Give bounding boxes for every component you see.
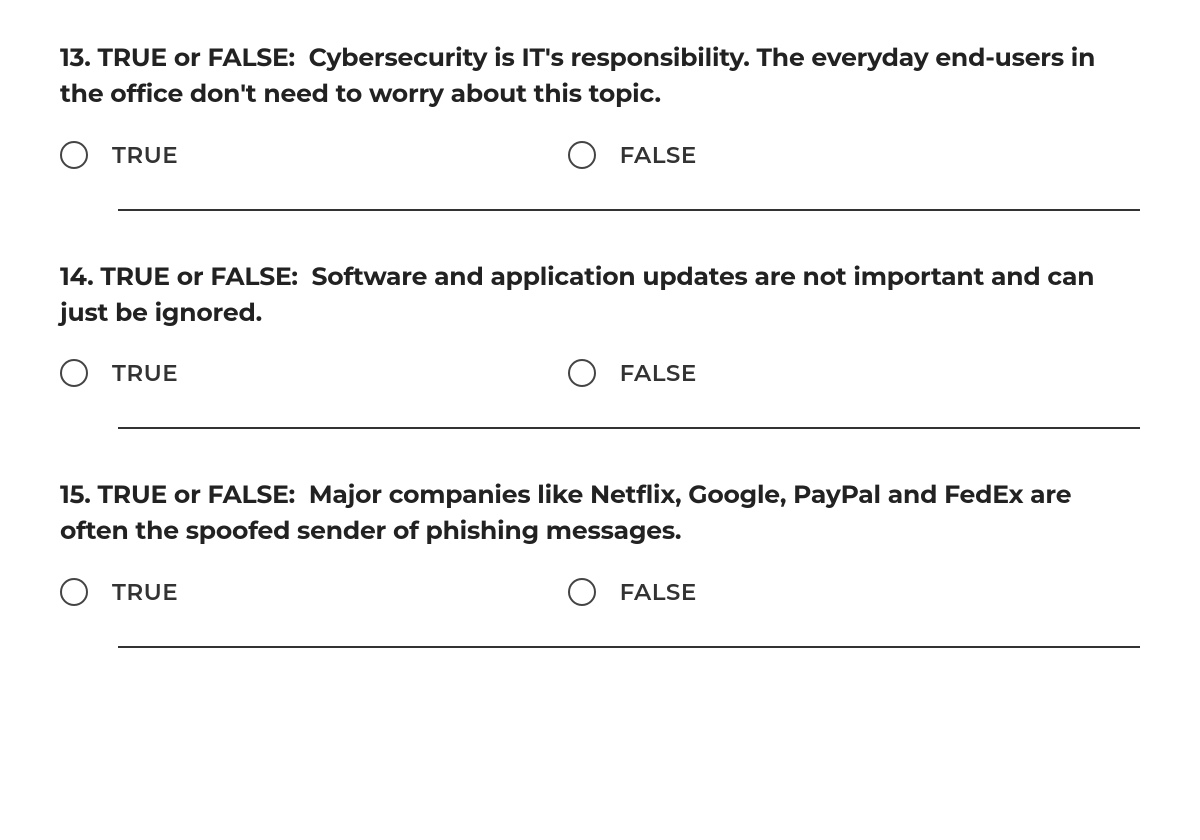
question-15-text: 15. TRUE or FALSE: Major companies like … xyxy=(60,477,1140,550)
options-row: TRUE FALSE xyxy=(60,578,1140,606)
radio-icon xyxy=(60,359,88,387)
divider xyxy=(118,427,1140,429)
option-false[interactable]: FALSE xyxy=(568,141,1140,169)
option-true[interactable]: TRUE xyxy=(60,578,568,606)
question-15: 15. TRUE or FALSE: Major companies like … xyxy=(60,477,1140,606)
radio-icon xyxy=(568,578,596,606)
option-true-label: TRUE xyxy=(112,359,178,387)
divider xyxy=(118,646,1140,648)
question-number: 13. xyxy=(60,43,91,73)
option-false[interactable]: FALSE xyxy=(568,578,1140,606)
question-prefix: TRUE or FALSE: xyxy=(100,262,297,292)
option-true[interactable]: TRUE xyxy=(60,141,568,169)
radio-icon xyxy=(60,141,88,169)
question-prefix: TRUE or FALSE: xyxy=(97,43,294,73)
question-prefix: TRUE or FALSE: xyxy=(98,480,295,510)
option-true[interactable]: TRUE xyxy=(60,359,568,387)
option-true-label: TRUE xyxy=(112,578,178,606)
option-false-label: FALSE xyxy=(620,359,697,387)
option-false-label: FALSE xyxy=(620,578,697,606)
question-13-text: 13. TRUE or FALSE: Cybersecurity is IT's… xyxy=(60,40,1140,113)
options-row: TRUE FALSE xyxy=(60,141,1140,169)
question-number: 14. xyxy=(60,262,93,292)
question-number: 15. xyxy=(60,480,91,510)
option-false[interactable]: FALSE xyxy=(568,359,1140,387)
question-14-text: 14. TRUE or FALSE: Software and applicat… xyxy=(60,259,1140,332)
question-13: 13. TRUE or FALSE: Cybersecurity is IT's… xyxy=(60,40,1140,169)
radio-icon xyxy=(60,578,88,606)
radio-icon xyxy=(568,359,596,387)
option-false-label: FALSE xyxy=(620,141,697,169)
option-true-label: TRUE xyxy=(112,141,178,169)
divider xyxy=(118,209,1140,211)
question-14: 14. TRUE or FALSE: Software and applicat… xyxy=(60,259,1140,388)
options-row: TRUE FALSE xyxy=(60,359,1140,387)
radio-icon xyxy=(568,141,596,169)
